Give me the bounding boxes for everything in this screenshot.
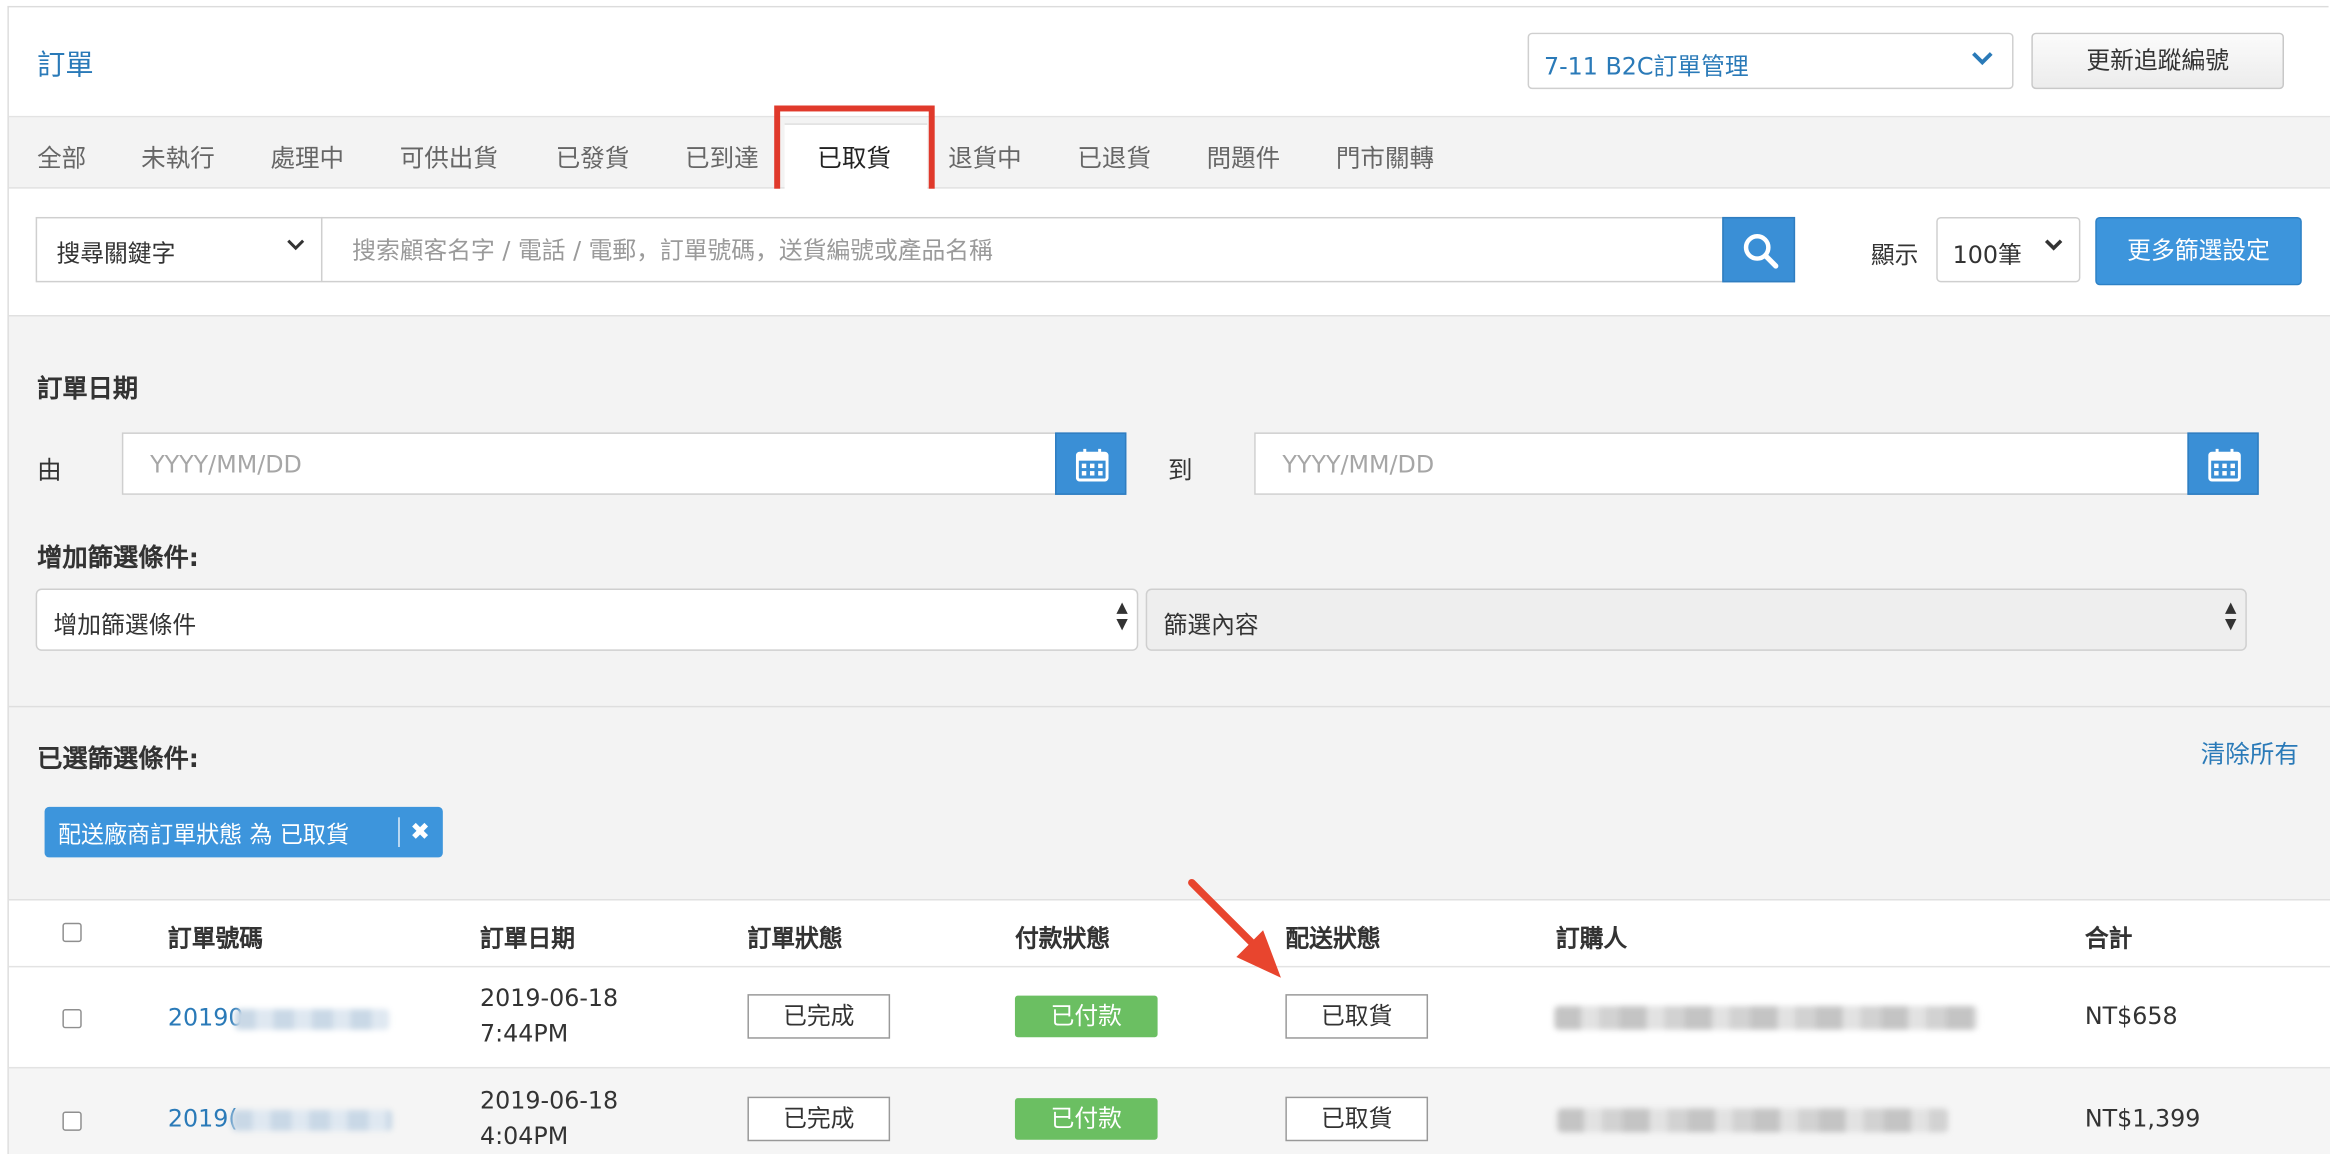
search-button[interactable] xyxy=(1722,216,1796,283)
selected-conditions-label: 已選篩選條件: xyxy=(37,744,199,775)
update-tracking-button[interactable]: 更新追蹤編號 xyxy=(2031,32,2284,90)
row-checkbox[interactable] xyxy=(62,1008,82,1029)
date-from-calendar-button[interactable] xyxy=(1055,432,1127,495)
chevron-down-icon xyxy=(2043,235,2064,262)
filter-chip: 配送廠商訂單狀態 為 已取貨 ✖ xyxy=(44,806,443,858)
arrow-annotation-icon xyxy=(1188,878,1281,978)
orders-table: 訂單號碼 訂單日期 訂單狀態 付款狀態 配送狀態 訂購人 合計 20190 20… xyxy=(8,899,2330,1154)
page-title: 訂單 xyxy=(37,49,94,82)
date-to-calendar-button[interactable] xyxy=(2187,432,2259,495)
row-checkbox[interactable] xyxy=(62,1111,82,1131)
select-arrows-icon: ▲ ▼ xyxy=(2224,600,2237,634)
order-date-label: 訂單日期 xyxy=(37,374,139,405)
redacted-buyer xyxy=(1554,1006,1978,1030)
clear-all-link[interactable]: 清除所有 xyxy=(2201,734,2299,770)
tab-not-executed[interactable]: 未執行 xyxy=(141,138,215,174)
filter-panel: 訂單日期 由 到 增加篩選條件: 增加篩選條件 ▲▼ 篩選內容 ▲▼ 已選篩選條… xyxy=(8,316,2330,900)
order-date: 2019-06-18 xyxy=(479,1086,619,1115)
table-row[interactable]: 2019( 2019-06-18 4:04PM 已完成 已付款 已取貨 NT$1… xyxy=(8,1066,2330,1154)
search-bar: 搜尋關鍵字 顯示 100筆 更多篩選設定 xyxy=(8,188,2330,317)
total-cell: NT$1,399 xyxy=(2084,1104,2201,1133)
date-from-input[interactable] xyxy=(121,432,1059,495)
order-time: 4:04PM xyxy=(479,1121,569,1151)
close-icon[interactable]: ✖ xyxy=(410,817,430,845)
total-cell: NT$658 xyxy=(2084,1001,2178,1030)
redacted-order-number xyxy=(234,1008,390,1030)
redacted-buyer xyxy=(1557,1108,1949,1133)
column-payment-status[interactable]: 付款狀態 xyxy=(1015,918,1110,954)
tab-arrived[interactable]: 已到達 xyxy=(685,138,759,174)
order-date: 2019-06-18 xyxy=(479,983,619,1012)
order-time: 7:44PM xyxy=(479,1019,569,1048)
delivery-status-badge: 已取貨 xyxy=(1285,1096,1429,1142)
search-icon xyxy=(1742,232,1781,277)
payment-status-badge: 已付款 xyxy=(1014,995,1158,1038)
select-all-checkbox[interactable] xyxy=(62,922,82,943)
order-number-link[interactable]: 2019( xyxy=(168,1104,238,1132)
section-divider xyxy=(8,705,2330,708)
store-select-value: 7-11 B2C訂單管理 xyxy=(1543,52,1749,81)
tab-store-transfer[interactable]: 門市關轉 xyxy=(1336,138,1434,174)
highlight-annotation xyxy=(774,105,935,201)
filter-content-select[interactable]: 篩選內容 ▲ ▼ xyxy=(1145,588,2247,651)
calendar-icon xyxy=(1075,448,1109,488)
date-to-input[interactable] xyxy=(1254,432,2191,495)
keyword-type-select[interactable]: 搜尋關鍵字 xyxy=(35,216,323,283)
store-select[interactable]: 7-11 B2C訂單管理 xyxy=(1527,32,2014,90)
order-number-link[interactable]: 20190 xyxy=(168,1003,244,1031)
add-condition-select[interactable]: 增加篩選條件 ▲ ▼ xyxy=(35,588,1139,651)
search-input[interactable] xyxy=(320,216,1724,283)
redacted-order-number xyxy=(231,1110,393,1131)
more-filters-button[interactable]: 更多篩選設定 xyxy=(2095,216,2302,286)
column-order-date[interactable]: 訂單日期 xyxy=(480,918,575,954)
select-arrows-icon: ▲ ▼ xyxy=(1116,600,1128,634)
tab-processing[interactable]: 處理中 xyxy=(270,138,344,174)
page-size-label: 顯示 xyxy=(1870,240,1919,269)
tab-all[interactable]: 全部 xyxy=(37,138,86,174)
column-order-no[interactable]: 訂單號碼 xyxy=(168,918,263,954)
column-total[interactable]: 合計 xyxy=(2085,918,2133,954)
filter-chip-label: 配送廠商訂單狀態 為 已取貨 xyxy=(57,821,350,849)
page-size-select[interactable]: 100筆 xyxy=(1936,216,2081,283)
page-size-value: 100筆 xyxy=(1952,240,2022,269)
filter-content-value: 篩選內容 xyxy=(1163,610,1259,639)
calendar-icon xyxy=(2208,448,2241,488)
date-from-label: 由 xyxy=(37,456,62,485)
tab-shipped[interactable]: 已發貨 xyxy=(556,138,630,174)
order-page: 訂單 7-11 B2C訂單管理 更新追蹤編號 全部 未執行 處理中 可供出貨 已… xyxy=(7,5,2330,1154)
chip-separator xyxy=(398,817,400,848)
keyword-type-value: 搜尋關鍵字 xyxy=(56,239,176,268)
date-to-label: 到 xyxy=(1167,456,1193,485)
order-date-cell: 2019-06-18 7:44PM xyxy=(480,981,618,1052)
tab-ready-to-ship[interactable]: 可供出貨 xyxy=(400,138,498,174)
column-buyer[interactable]: 訂購人 xyxy=(1556,918,1627,954)
tab-returning[interactable]: 退貨中 xyxy=(948,138,1022,174)
chevron-down-icon xyxy=(1970,46,1994,77)
page-header: 訂單 7-11 B2C訂單管理 更新追蹤編號 xyxy=(8,7,2330,118)
order-date-cell: 2019-06-18 4:04PM xyxy=(480,1083,618,1154)
tab-returned[interactable]: 已退貨 xyxy=(1077,138,1151,174)
payment-status-badge: 已付款 xyxy=(1014,1098,1158,1140)
add-condition-label: 增加篩選條件: xyxy=(37,543,199,574)
status-tabs: 全部 未執行 處理中 可供出貨 已發貨 已到達 已取貨 退貨中 已退貨 問題件 … xyxy=(8,117,2330,191)
order-status-badge: 已完成 xyxy=(747,1096,891,1142)
table-row[interactable]: 20190 2019-06-18 7:44PM 已完成 已付款 已取貨 NT$6… xyxy=(8,965,2330,1067)
column-order-status[interactable]: 訂單狀態 xyxy=(747,918,842,954)
delivery-status-badge: 已取貨 xyxy=(1285,994,1429,1039)
order-status-badge: 已完成 xyxy=(747,994,891,1039)
tab-problem[interactable]: 問題件 xyxy=(1207,138,1281,174)
chevron-down-icon xyxy=(285,235,306,262)
add-condition-value: 增加篩選條件 xyxy=(53,610,197,639)
